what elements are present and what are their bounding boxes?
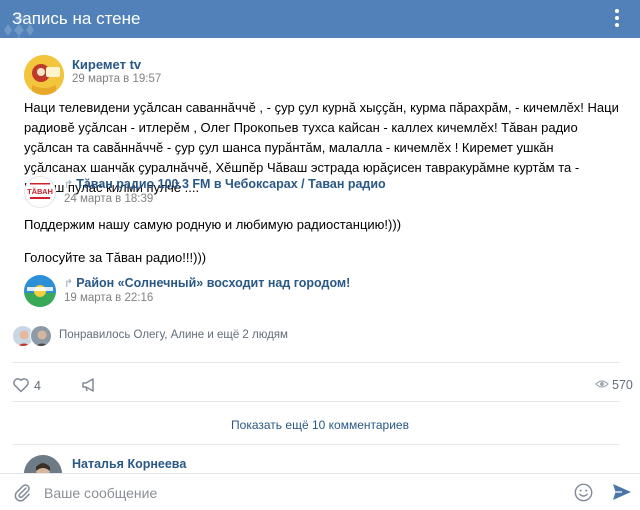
tavan-logo-text: ТӐВАН: [27, 187, 53, 196]
post-actions: 4 570: [0, 372, 640, 398]
repost-title[interactable]: Район «Солнечный» восходит над городом!: [76, 276, 350, 290]
share-megaphone-icon[interactable]: [80, 376, 98, 394]
show-more-comments-link[interactable]: Показать ещё 10 комментариев: [0, 418, 640, 432]
page-title: Запись на стене: [12, 9, 141, 28]
post-date[interactable]: 29 марта в 19:57: [72, 73, 161, 85]
heart-icon[interactable]: [12, 376, 30, 394]
message-input[interactable]: [44, 482, 564, 504]
liker-avatar[interactable]: [30, 325, 52, 347]
repost-arrow-icon: ↱: [64, 278, 74, 290]
repost-date[interactable]: 24 марта в 18:39: [64, 193, 153, 205]
divider: [12, 401, 620, 402]
send-icon[interactable]: [612, 483, 632, 501]
eye-icon: [595, 380, 609, 388]
views-count: 570: [612, 378, 633, 392]
repost-title[interactable]: Тӑван радио 100.3 FM в Чебоксарах / Тава…: [76, 177, 385, 191]
message-composer: [0, 473, 640, 510]
divider: [12, 444, 620, 445]
paperclip-icon[interactable]: [12, 482, 32, 502]
likes-summary[interactable]: Понравилось Олегу, Алине и ещё 2 людям: [59, 329, 288, 341]
solnechny-avatar[interactable]: [24, 275, 56, 307]
smile-icon[interactable]: [574, 483, 593, 502]
repost-text-line2: Голосуйте за Тӑван радио!!!))): [24, 250, 207, 265]
tavan-radio-avatar[interactable]: ТӐВАН: [24, 176, 56, 208]
post-author-name[interactable]: Киремет tv: [72, 57, 141, 72]
more-menu-icon[interactable]: [614, 9, 620, 29]
comment-author-name[interactable]: Наталья Корнеева: [72, 457, 186, 471]
repost-arrow-icon: ↱: [64, 179, 74, 191]
top-bar: Запись на стене: [0, 0, 640, 48]
repost-date[interactable]: 19 марта в 22:16: [64, 292, 153, 304]
repost-text-line1: Поддержим нашу самую родную и любимую ра…: [24, 217, 402, 232]
author-avatar[interactable]: [24, 55, 64, 95]
divider: [12, 362, 620, 363]
like-count: 4: [34, 379, 41, 393]
